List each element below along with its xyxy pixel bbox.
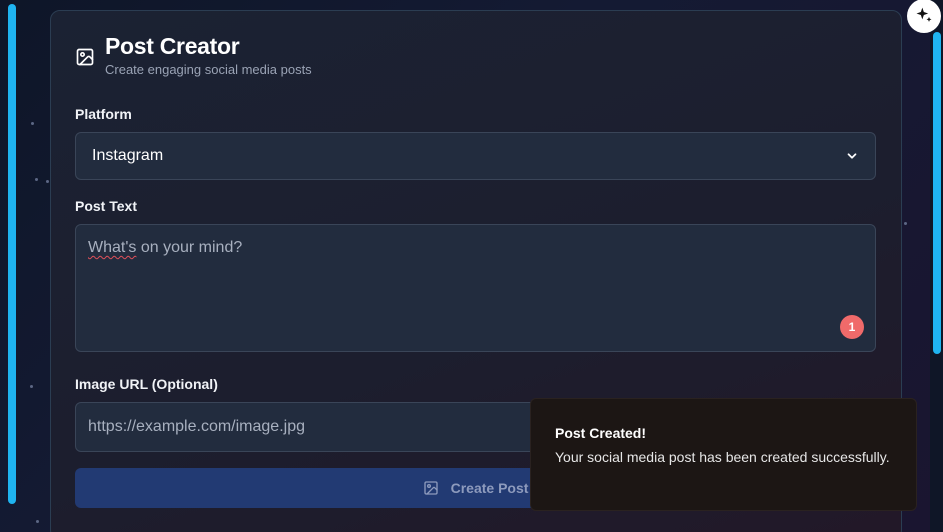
sparkle-icon [916,7,932,22]
grammar-badge[interactable]: 1 [840,315,864,339]
card-header: Post Creator Create engaging social medi… [75,33,312,77]
left-scrollbar[interactable] [8,4,16,504]
toast-title: Post Created! [555,425,647,441]
background-star [35,178,38,181]
background-star [46,180,49,183]
ai-assistant-button[interactable] [907,0,941,33]
create-post-label: Create Post [450,480,529,496]
image-icon [76,48,94,66]
background-star [30,385,33,388]
platform-select[interactable]: Instagram [75,132,876,180]
chevron-down-icon [847,153,857,159]
background-star [36,520,39,523]
right-scrollbar-thumb[interactable] [933,32,941,354]
post-text-placeholder: What's on your mind? [88,239,242,256]
platform-label: Platform [75,106,132,122]
post-text-input[interactable]: What's on your mind? 1 [75,224,876,352]
spellcheck-word: What's [88,239,137,256]
platform-selected-value: Instagram [92,147,164,164]
page-subtitle: Create engaging social media posts [105,62,312,77]
post-text-label: Post Text [75,198,137,214]
image-icon [423,481,438,495]
image-url-placeholder: https://example.com/image.jpg [88,418,305,435]
toast-message: Your social media post has been created … [555,449,890,465]
image-url-label: Image URL (Optional) [75,376,218,392]
page-title: Post Creator [105,33,240,59]
success-toast[interactable]: Post Created! Your social media post has… [530,398,917,511]
right-scrollbar-track[interactable] [930,0,943,532]
background-star [31,122,34,125]
background-star [904,222,907,225]
post-text-placeholder-rest: on your mind? [136,239,243,256]
